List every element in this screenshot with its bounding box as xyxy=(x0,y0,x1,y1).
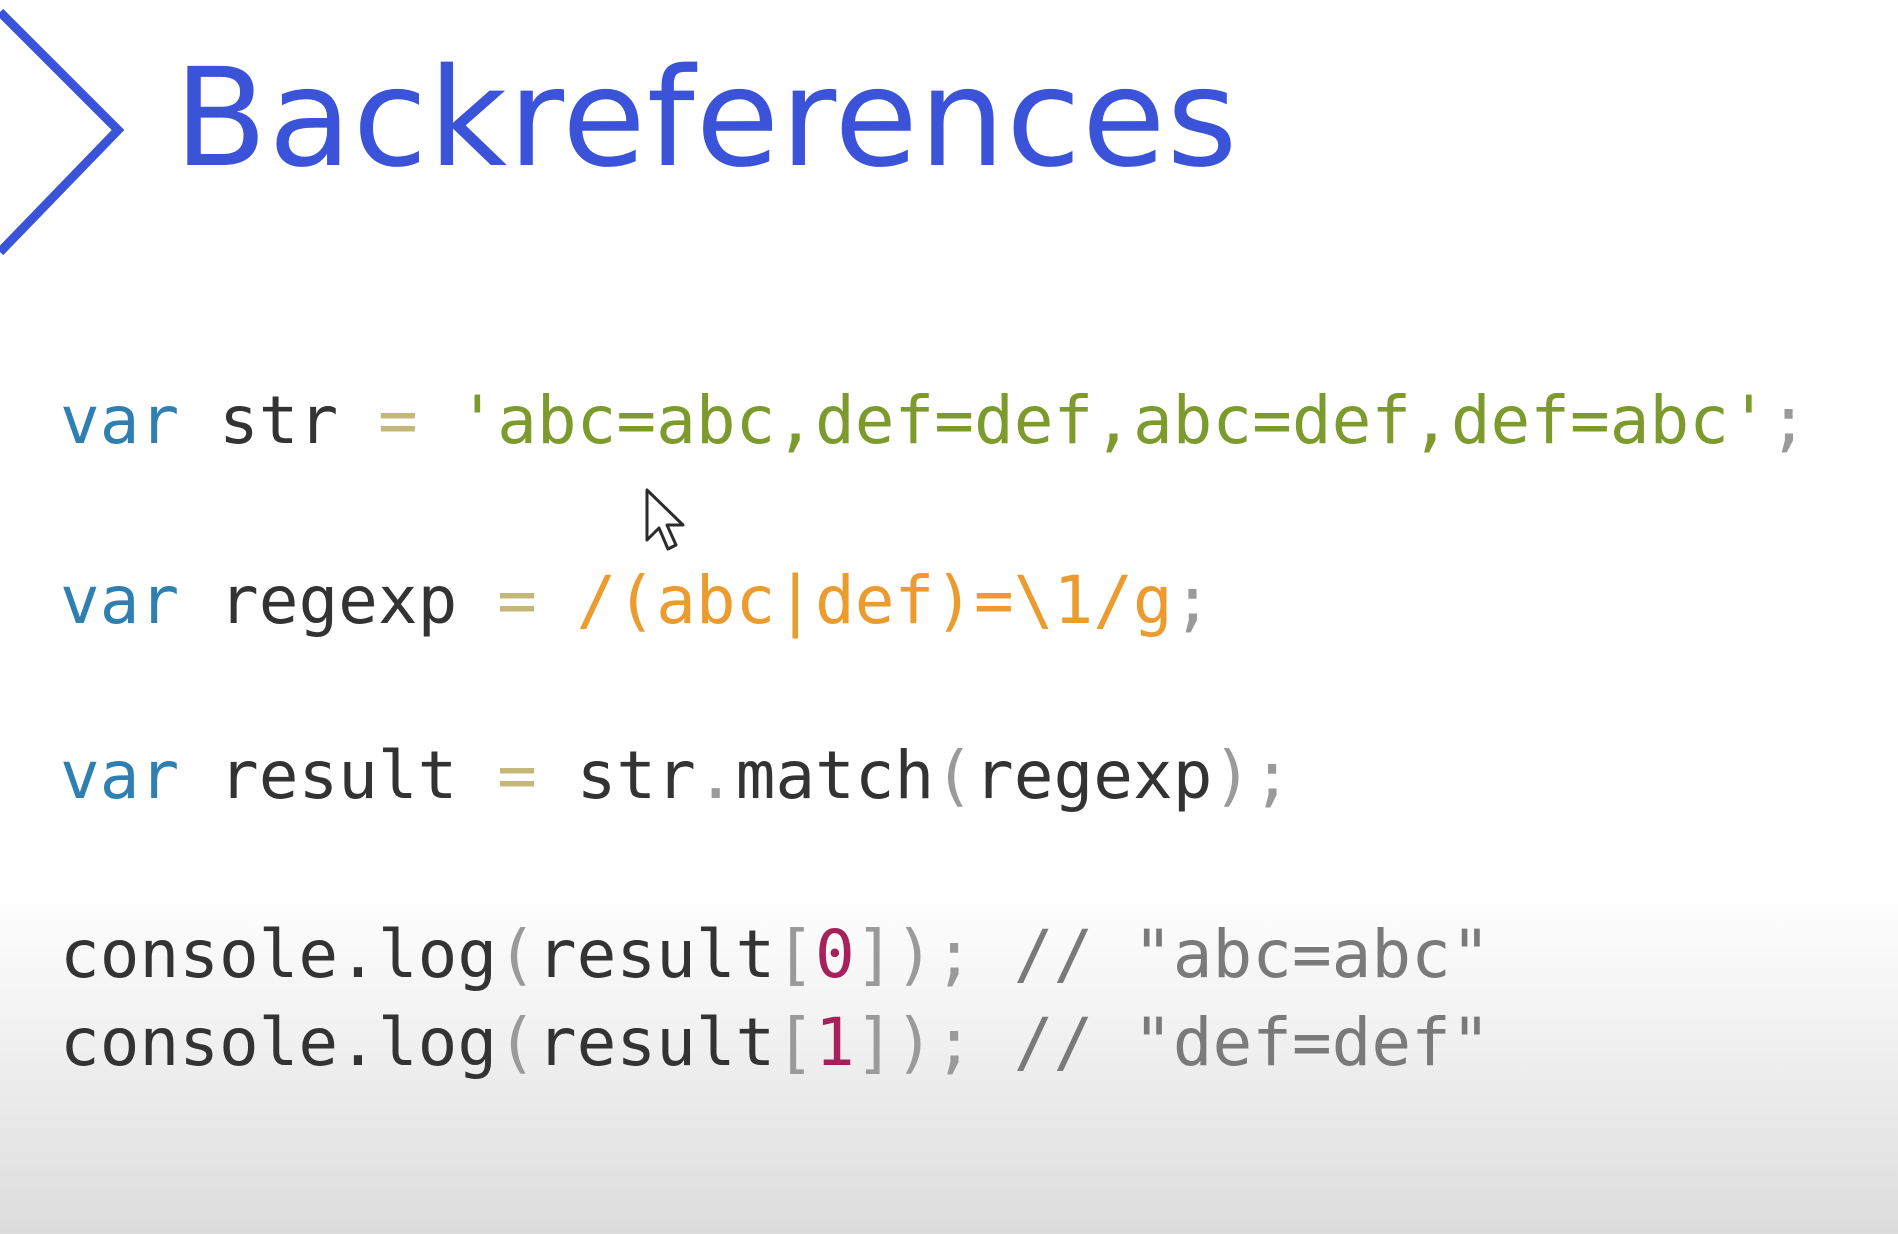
semicolon: ; xyxy=(1768,382,1809,459)
open-paren: ( xyxy=(497,1004,537,1081)
dot: . xyxy=(338,1004,378,1081)
mouse-pointer-icon xyxy=(645,488,685,551)
assign-operator: = xyxy=(497,562,537,639)
object-name: str xyxy=(576,737,696,814)
close-bracket: ] xyxy=(854,1004,895,1081)
variable-name: result xyxy=(218,737,458,814)
close-paren: ) xyxy=(894,1004,935,1081)
regex-literal: /(abc|def)=\1/g xyxy=(576,562,1173,639)
semicolon: ; xyxy=(1172,562,1213,639)
dot: . xyxy=(695,737,736,814)
slide: Backreferences var str = 'abc=abc,def=de… xyxy=(0,0,1898,1234)
comment: // "def=def" xyxy=(1013,1004,1491,1081)
variable-name: str xyxy=(218,382,339,459)
code-line-2: var regexp = /(abc|def)=\1/g; xyxy=(60,568,1212,634)
argument: result xyxy=(536,1004,776,1081)
keyword-var: var xyxy=(60,382,180,459)
keyword-var: var xyxy=(60,562,180,639)
close-paren: ) xyxy=(1212,737,1253,814)
keyword-var: var xyxy=(60,737,180,814)
semicolon: ; xyxy=(934,916,975,993)
slide-title: Backreferences xyxy=(174,40,1239,198)
argument: result xyxy=(536,916,776,993)
method-name: log xyxy=(377,916,498,993)
open-paren: ( xyxy=(497,916,537,993)
close-bracket: ] xyxy=(854,916,895,993)
dot: . xyxy=(338,916,378,993)
comment: // "abc=abc" xyxy=(1013,916,1491,993)
assign-operator: = xyxy=(377,382,418,459)
method-name: match xyxy=(735,737,935,814)
argument: regexp xyxy=(974,737,1213,814)
object-name: console xyxy=(60,916,339,993)
semicolon: ; xyxy=(934,1004,975,1081)
open-paren: ( xyxy=(934,737,975,814)
open-bracket: [ xyxy=(775,916,816,993)
code-line-5: console.log(result[1]); // "def=def" xyxy=(60,1010,1491,1076)
method-name: log xyxy=(377,1004,498,1081)
code-block: var str = 'abc=abc,def=def,abc=def,def=a… xyxy=(60,0,1808,1076)
object-name: console xyxy=(60,1004,339,1081)
semicolon: ; xyxy=(1252,737,1292,814)
index-number: 1 xyxy=(815,1004,855,1081)
index-number: 0 xyxy=(815,916,855,993)
open-bracket: [ xyxy=(775,1004,816,1081)
code-line-3: var result = str.match(regexp); xyxy=(60,743,1292,809)
assign-operator: = xyxy=(497,737,537,814)
variable-name: regexp xyxy=(218,562,458,639)
string-literal: 'abc=abc,def=def,abc=def,def=abc' xyxy=(457,382,1769,459)
close-paren: ) xyxy=(894,916,935,993)
code-line-4: console.log(result[0]); // "abc=abc" xyxy=(60,922,1491,988)
code-line-1: var str = 'abc=abc,def=def,abc=def,def=a… xyxy=(60,388,1808,454)
